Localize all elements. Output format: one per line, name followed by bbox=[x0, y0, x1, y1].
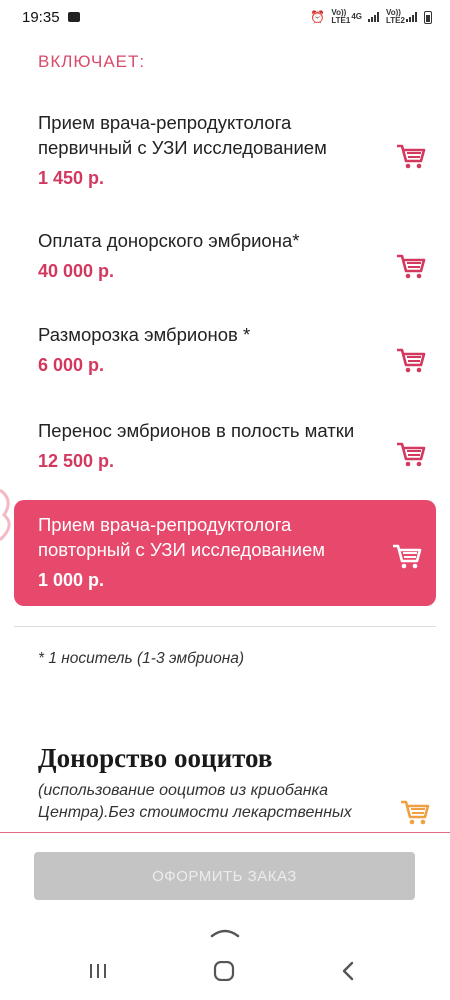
network-label: 4G bbox=[351, 12, 362, 21]
section-description: (использование ооцитов из криобанка Цент… bbox=[38, 782, 352, 821]
service-title: Прием врача-репродуктолога первичный с У… bbox=[38, 112, 327, 158]
cart-icon[interactable] bbox=[396, 144, 426, 170]
recent-apps-icon[interactable] bbox=[88, 962, 108, 980]
service-title: Перенос эмбрионов в полость матки bbox=[38, 420, 355, 441]
includes-label: ВКЛЮЧАЕТ: bbox=[38, 52, 146, 71]
service-price: 1 450 р. bbox=[38, 168, 105, 188]
sim2-label: Vo)) LTE2 bbox=[386, 8, 405, 25]
cart-icon[interactable] bbox=[392, 544, 422, 570]
signal-1-icon bbox=[368, 12, 380, 22]
service-title: Прием врача-репродуктолога повторный с У… bbox=[38, 514, 325, 560]
status-time: 19:35 bbox=[22, 8, 60, 26]
signal-2-icon bbox=[406, 12, 418, 22]
service-item: Разморозка эмбрионов * 6 000 р. bbox=[14, 322, 436, 376]
service-title: Разморозка эмбрионов * bbox=[38, 324, 251, 345]
cart-icon[interactable] bbox=[396, 442, 426, 468]
service-item: Прием врача-репродуктолога первичный с У… bbox=[14, 110, 436, 189]
back-icon[interactable] bbox=[340, 961, 356, 981]
service-price: 6 000 р. bbox=[38, 355, 105, 375]
alarm-icon: ⏰ bbox=[310, 10, 326, 24]
home-icon[interactable] bbox=[212, 961, 236, 981]
service-item: Оплата донорского эмбриона* 40 000 р. bbox=[14, 228, 436, 282]
service-item: Перенос эмбрионов в полость матки 12 500… bbox=[14, 418, 436, 472]
section-title: Донорство ооцитов bbox=[38, 743, 273, 773]
chevron-up-icon[interactable] bbox=[210, 926, 240, 938]
divider bbox=[14, 626, 436, 627]
section-divider bbox=[0, 832, 450, 833]
cart-icon[interactable] bbox=[396, 254, 426, 280]
service-title: Оплата донорского эмбриона* bbox=[38, 230, 300, 251]
message-icon bbox=[67, 12, 80, 22]
status-bar: 19:35 ⏰ Vo)) LTE1 4G Vo)) LTE2 bbox=[0, 0, 450, 34]
battery-icon bbox=[424, 10, 432, 24]
sim1-label: Vo)) LTE1 bbox=[331, 8, 351, 25]
service-price: 1 000 р. bbox=[38, 570, 105, 590]
cart-icon[interactable] bbox=[396, 348, 426, 374]
service-price: 12 500 р. bbox=[38, 451, 115, 471]
service-item-selected[interactable]: Прием врача-репродуктолога повторный с У… bbox=[14, 500, 436, 606]
order-button[interactable]: ОФОРМИТЬ ЗАКАЗ bbox=[34, 852, 415, 900]
footnote: * 1 носитель (1-3 эмбриона) bbox=[38, 650, 245, 667]
cart-icon[interactable] bbox=[400, 800, 430, 826]
service-price: 40 000 р. bbox=[38, 261, 115, 281]
